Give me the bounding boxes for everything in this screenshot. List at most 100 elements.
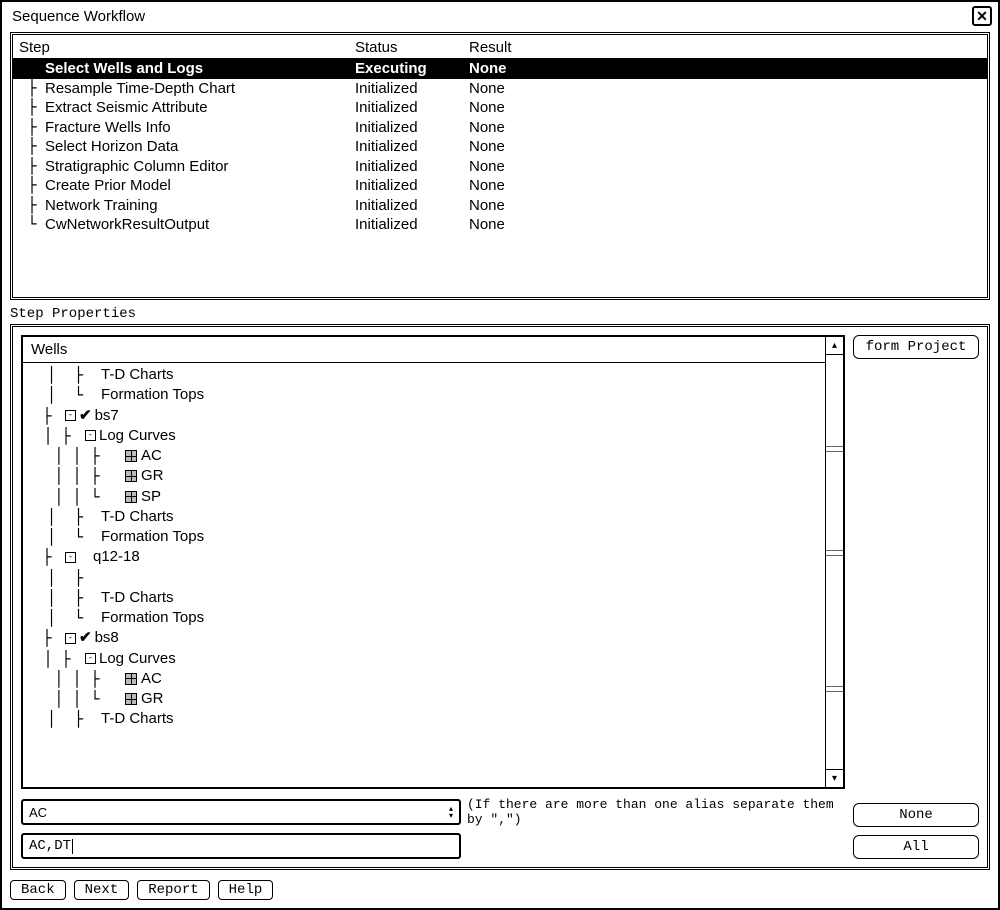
window-title: Sequence Workflow bbox=[12, 8, 145, 25]
grid-icon bbox=[125, 491, 137, 503]
step-status: Initialized bbox=[355, 176, 469, 196]
tree-node-formation-tops[interactable]: │ └Formation Tops bbox=[23, 608, 825, 628]
tree-node-td-charts[interactable]: │ ├T-D Charts bbox=[23, 507, 825, 527]
step-status: Executing bbox=[355, 59, 469, 79]
none-button[interactable]: None bbox=[853, 803, 979, 827]
tree-node-gr[interactable]: │ │ ├GR bbox=[23, 466, 825, 486]
step-name: Fracture Wells Info bbox=[45, 118, 171, 138]
step-row[interactable]: ├Select Horizon Data Initialized None bbox=[13, 137, 987, 157]
grid-icon bbox=[125, 450, 137, 462]
steps-header: Step Status Result bbox=[13, 35, 987, 59]
step-name: Stratigraphic Column Editor bbox=[45, 157, 228, 177]
scroll-up-button[interactable]: ▴ bbox=[826, 337, 843, 355]
tree-node-empty[interactable]: │ ├ bbox=[23, 568, 825, 588]
footer-buttons: Back Next Report Help bbox=[2, 874, 998, 908]
step-name: Extract Seismic Attribute bbox=[45, 98, 208, 118]
wells-tree-title: Wells bbox=[23, 337, 825, 363]
step-name: Select Wells and Logs bbox=[45, 59, 203, 79]
scroll-thumb[interactable] bbox=[826, 446, 843, 452]
spinner-icon[interactable]: ▴▾ bbox=[449, 805, 453, 819]
step-result: None bbox=[469, 59, 987, 79]
tree-node-td-charts[interactable]: │ ├T-D Charts bbox=[23, 588, 825, 608]
collapse-icon[interactable]: - bbox=[65, 633, 76, 644]
step-status: Initialized bbox=[355, 118, 469, 138]
step-row[interactable]: ├Network Training Initialized None bbox=[13, 196, 987, 216]
step-status: Initialized bbox=[355, 79, 469, 99]
all-button[interactable]: All bbox=[853, 835, 979, 859]
tree-node-bs8[interactable]: ├-✔bs8 bbox=[23, 628, 825, 648]
step-properties-label: Step Properties bbox=[2, 304, 998, 324]
next-button[interactable]: Next bbox=[74, 880, 130, 900]
collapse-icon[interactable]: - bbox=[85, 430, 96, 441]
checkmark-icon: ✔ bbox=[79, 406, 92, 426]
checkmark-icon: ✔ bbox=[79, 628, 92, 648]
step-row[interactable]: ├Create Prior Model Initialized None bbox=[13, 176, 987, 196]
form-project-button[interactable]: form Project bbox=[853, 335, 979, 359]
step-name: Select Horizon Data bbox=[45, 137, 178, 157]
step-row[interactable]: ├Resample Time-Depth Chart Initialized N… bbox=[13, 79, 987, 99]
scroll-down-button[interactable]: ▾ bbox=[826, 769, 843, 787]
step-result: None bbox=[469, 176, 987, 196]
wells-tree-box: Wells │ ├T-D Charts │ └Formation Tops ├-… bbox=[21, 335, 845, 789]
tree-node-td-charts[interactable]: │ ├T-D Charts bbox=[23, 709, 825, 729]
tree-node-gr[interactable]: │ │ └GR bbox=[23, 689, 825, 709]
wells-tree[interactable]: │ ├T-D Charts │ └Formation Tops ├-✔bs7 │… bbox=[23, 363, 825, 787]
titlebar: Sequence Workflow ✕ bbox=[2, 2, 998, 26]
step-name: CwNetworkResultOutput bbox=[45, 215, 209, 235]
step-result: None bbox=[469, 98, 987, 118]
back-button[interactable]: Back bbox=[10, 880, 66, 900]
tree-node-q12-18[interactable]: ├-q12-18 bbox=[23, 547, 825, 567]
tree-node-sp[interactable]: │ │ └SP bbox=[23, 487, 825, 507]
alias-input[interactable]: AC,DT bbox=[21, 833, 461, 859]
tree-node-log-curves[interactable]: │ ├-Log Curves bbox=[23, 426, 825, 446]
tree-node-ac[interactable]: │ │ ├AC bbox=[23, 446, 825, 466]
step-result: None bbox=[469, 157, 987, 177]
tree-node-formation-tops[interactable]: │ └Formation Tops bbox=[23, 385, 825, 405]
scroll-thumb[interactable] bbox=[826, 550, 843, 556]
close-button[interactable]: ✕ bbox=[972, 6, 992, 26]
help-button[interactable]: Help bbox=[218, 880, 274, 900]
alias-combo[interactable]: AC ▴▾ bbox=[21, 799, 461, 825]
text-cursor bbox=[72, 839, 73, 854]
step-status: Initialized bbox=[355, 157, 469, 177]
report-button[interactable]: Report bbox=[137, 880, 209, 900]
alias-hint: (If there are more than one alias separa… bbox=[467, 797, 845, 827]
step-row[interactable]: ├Fracture Wells Info Initialized None bbox=[13, 118, 987, 138]
tree-node-log-curves[interactable]: │ ├-Log Curves bbox=[23, 649, 825, 669]
tree-node-ac[interactable]: │ │ ├AC bbox=[23, 669, 825, 689]
grid-icon bbox=[125, 693, 137, 705]
step-row[interactable]: ├Stratigraphic Column Editor Initialized… bbox=[13, 157, 987, 177]
tree-node-bs7[interactable]: ├-✔bs7 bbox=[23, 406, 825, 426]
header-step: Step bbox=[19, 39, 355, 56]
sequence-workflow-window: Sequence Workflow ✕ Step Status Result S… bbox=[0, 0, 1000, 910]
scroll-thumb[interactable] bbox=[826, 686, 843, 692]
workflow-steps-panel: Step Status Result Select Wells and Logs… bbox=[10, 32, 990, 300]
grid-icon bbox=[125, 673, 137, 685]
collapse-icon[interactable]: - bbox=[65, 552, 76, 563]
header-status: Status bbox=[355, 39, 469, 56]
combo-value: AC bbox=[29, 805, 47, 820]
step-name: Network Training bbox=[45, 196, 158, 216]
step-result: None bbox=[469, 79, 987, 99]
step-row[interactable]: Select Wells and Logs Executing None bbox=[13, 59, 987, 79]
step-status: Initialized bbox=[355, 137, 469, 157]
step-result: None bbox=[469, 196, 987, 216]
wells-scrollbar[interactable]: ▴ ▾ bbox=[825, 337, 843, 787]
scroll-track[interactable] bbox=[826, 355, 843, 769]
grid-icon bbox=[125, 470, 137, 482]
alias-input-value: AC,DT bbox=[29, 838, 71, 854]
tree-node-td-charts[interactable]: │ ├T-D Charts bbox=[23, 365, 825, 385]
step-result: None bbox=[469, 118, 987, 138]
step-status: Initialized bbox=[355, 98, 469, 118]
step-row[interactable]: └CwNetworkResultOutput Initialized None bbox=[13, 215, 987, 235]
step-row[interactable]: ├Extract Seismic Attribute Initialized N… bbox=[13, 98, 987, 118]
step-result: None bbox=[469, 215, 987, 235]
collapse-icon[interactable]: - bbox=[85, 653, 96, 664]
step-name: Resample Time-Depth Chart bbox=[45, 79, 235, 99]
tree-node-formation-tops[interactable]: │ └Formation Tops bbox=[23, 527, 825, 547]
side-buttons: form Project None All bbox=[853, 335, 979, 859]
header-result: Result bbox=[469, 39, 987, 56]
collapse-icon[interactable]: - bbox=[65, 410, 76, 421]
step-name: Create Prior Model bbox=[45, 176, 171, 196]
step-result: None bbox=[469, 137, 987, 157]
